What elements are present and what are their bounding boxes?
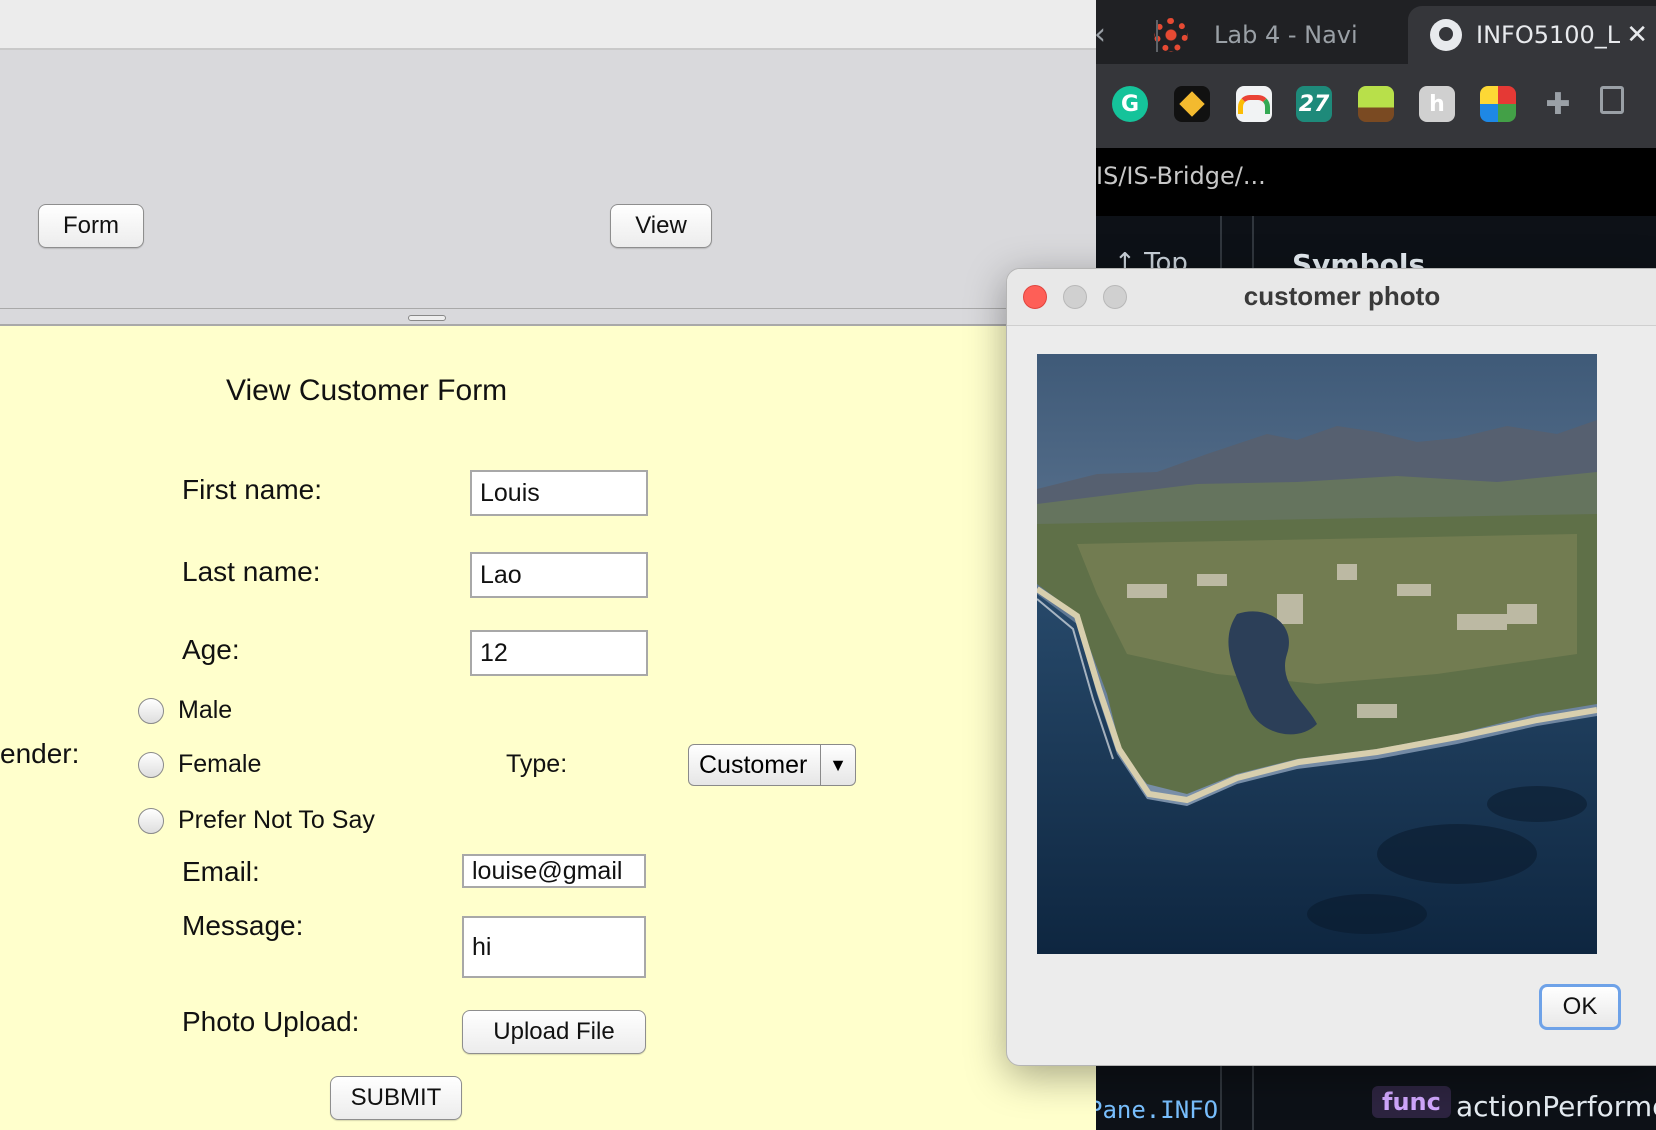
view-button[interactable]: View (610, 204, 712, 248)
age-label: Age: (182, 634, 240, 665)
func-badge: func (1372, 1086, 1451, 1118)
github-icon (1430, 19, 1462, 51)
binance-icon[interactable] (1174, 86, 1210, 122)
gender-label: ender: (0, 738, 80, 769)
chevron-down-icon: ▼ (820, 745, 855, 785)
breadcrumb[interactable]: IS/IS-Bridge/... (1096, 162, 1266, 190)
radio-female-label: Female (178, 750, 262, 778)
address-breadcrumb-bar: IS/IS-Bridge/... (1096, 148, 1656, 216)
radio-prefer-not-to-say[interactable] (138, 808, 164, 834)
split-pane-divider[interactable] (0, 308, 1096, 326)
unicode-pad-icon[interactable] (1480, 86, 1516, 122)
customer-photo-dialog: customer photo OK (1006, 268, 1656, 1066)
form-title: View Customer Form (226, 374, 508, 407)
dialog-title: customer photo (1243, 281, 1441, 311)
type-dropdown[interactable]: Customer ▼ (688, 744, 856, 786)
email-field[interactable]: louise@gmail (462, 854, 646, 888)
code-text: Pane.INFO (1096, 1096, 1219, 1124)
message-field[interactable]: hi (462, 916, 646, 978)
first-name-field[interactable]: Louis (470, 470, 648, 516)
view-customer-form-panel: View Customer Form First name: Louis Las… (0, 326, 1096, 1130)
puzzle-extensions-icon[interactable]: ✚ (1540, 86, 1576, 122)
number-27-icon[interactable]: 27 (1296, 86, 1332, 122)
app-titlebar (0, 0, 1096, 50)
type-label: Type: (506, 750, 568, 778)
canvas-icon (1154, 18, 1188, 52)
form-button[interactable]: Form (38, 204, 144, 248)
tab-label: Lab 4 - Navi (1214, 21, 1358, 49)
email-label: Email: (182, 856, 260, 887)
upload-file-button[interactable]: Upload File (462, 1010, 646, 1054)
customer-app-window: Form View View Customer Form First name:… (0, 0, 1096, 1130)
divider-grip[interactable] (408, 315, 446, 321)
symbol-name[interactable]: actionPerforme (1456, 1090, 1656, 1123)
browser-tab-bar: ‹ Lab 4 - Navi ✕ INFO5100_L ✕ (1096, 0, 1656, 64)
radio-male-label: Male (178, 696, 233, 724)
tab-label: INFO5100_L (1476, 21, 1621, 49)
dialog-titlebar[interactable]: customer photo (1007, 269, 1656, 326)
radio-prefer-not-to-say-label: Prefer Not To Say (178, 806, 375, 834)
radio-male[interactable] (138, 698, 164, 724)
first-name-label: First name: (182, 474, 323, 505)
tab-separator (1156, 20, 1158, 52)
google-drive-icon[interactable] (1236, 86, 1272, 122)
ok-button[interactable]: OK (1539, 984, 1621, 1030)
message-label: Message: (182, 910, 304, 941)
radio-female[interactable] (138, 752, 164, 778)
browser-toolbar: G 27 h ✚ (1096, 64, 1656, 148)
type-selected-value: Customer (699, 750, 808, 779)
tab-info5100[interactable]: INFO5100_L ✕ (1408, 6, 1656, 64)
grammarly-icon[interactable]: G (1112, 86, 1148, 122)
sidebar-icon[interactable] (1600, 86, 1624, 114)
age-field[interactable]: 12 (470, 630, 648, 676)
close-icon[interactable]: ✕ (1626, 20, 1648, 50)
last-name-field[interactable]: Lao (470, 552, 648, 598)
navigation-panel (0, 50, 1096, 308)
honey-icon[interactable]: h (1419, 86, 1455, 122)
customer-photo-image (1037, 354, 1597, 954)
last-name-label: Last name: (182, 556, 321, 587)
submit-button[interactable]: SUBMIT (330, 1076, 462, 1120)
photo-upload-label: Photo Upload: (182, 1006, 360, 1037)
tab-scroll-left-icon[interactable]: ‹ (1096, 14, 1110, 54)
forest-icon[interactable] (1358, 86, 1394, 122)
